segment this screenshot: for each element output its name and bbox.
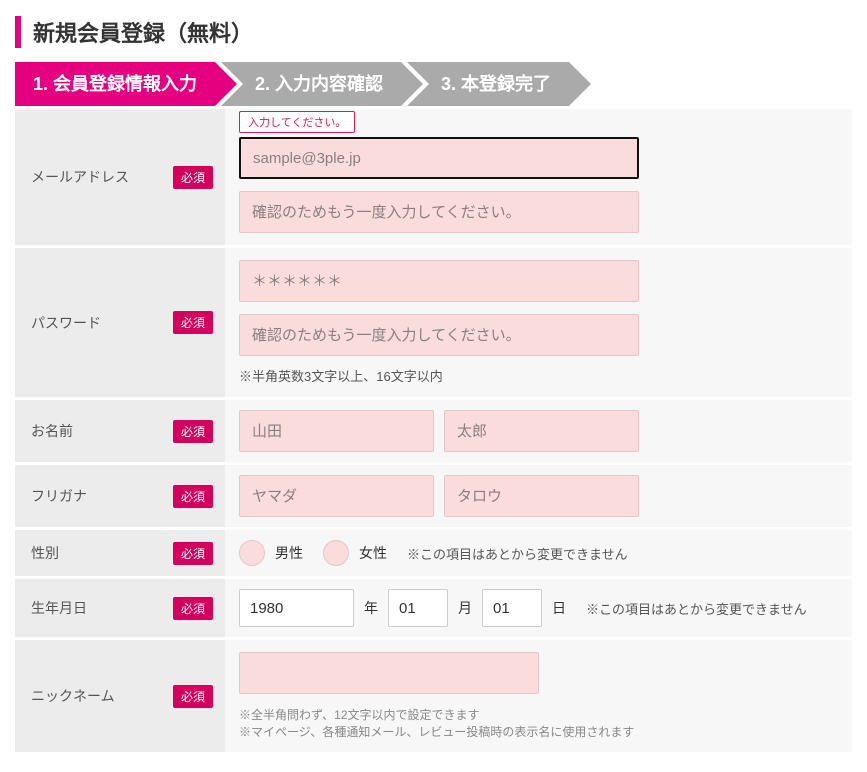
name-label: お名前 必須 [15, 399, 225, 462]
step-3: 3. 本登録完了 [407, 62, 569, 106]
label-text: メールアドレス [31, 167, 129, 187]
gender-female-radio[interactable] [323, 540, 349, 566]
required-badge: 必須 [173, 311, 213, 334]
label-text: 性別 [31, 543, 59, 563]
kana-label: フリガナ 必須 [15, 464, 225, 527]
label-text: フリガナ [31, 486, 87, 506]
birth-note: ※この項目はあとから変更できません [586, 599, 807, 618]
error-tip-email: 入力してください。 [239, 111, 355, 133]
birth-day-input[interactable] [482, 589, 542, 627]
required-badge: 必須 [173, 685, 213, 708]
lastname-input[interactable] [239, 410, 434, 452]
password-input[interactable] [239, 260, 639, 302]
progress-steps: 1. 会員登録情報入力 2. 入力内容確認 3. 本登録完了 [15, 62, 852, 106]
gender-note: ※この項目はあとから変更できません [407, 544, 628, 563]
page-title: 新規会員登録（無料） [15, 16, 852, 48]
step-2: 2. 入力内容確認 [221, 62, 401, 106]
label-text: ニックネーム [31, 686, 115, 706]
birth-year-input[interactable] [239, 589, 354, 627]
step-1: 1. 会員登録情報入力 [15, 62, 215, 106]
required-badge: 必須 [173, 597, 213, 620]
nickname-hint-1: ※全半角問わず、12文字以内で設定できます [239, 706, 838, 723]
firstname-input[interactable] [444, 410, 639, 452]
password-note: ※半角英数3文字以上、16文字以内 [239, 366, 443, 385]
required-badge: 必須 [173, 542, 213, 565]
gender-female-label: 女性 [359, 543, 387, 563]
password-confirm-input[interactable] [239, 314, 639, 356]
firstkana-input[interactable] [444, 475, 639, 517]
label-text: パスワード [31, 313, 101, 333]
required-badge: 必須 [173, 166, 213, 189]
label-text: お名前 [31, 421, 73, 441]
gender-male-label: 男性 [275, 543, 303, 563]
year-unit: 年 [364, 598, 378, 618]
gender-label: 性別 必須 [15, 529, 225, 576]
password-label: パスワード 必須 [15, 247, 225, 397]
nickname-label: ニックネーム 必須 [15, 639, 225, 752]
nickname-hint-2: ※マイページ、各種通知メール、レビュー投稿時の表示名に使用されます [239, 723, 838, 740]
label-text: 生年月日 [31, 598, 87, 618]
email-label: メールアドレス 必須 [15, 108, 225, 245]
birth-month-input[interactable] [388, 589, 448, 627]
birth-label: 生年月日 必須 [15, 578, 225, 637]
required-badge: 必須 [173, 420, 213, 443]
lastkana-input[interactable] [239, 475, 434, 517]
month-unit: 月 [458, 598, 472, 618]
required-badge: 必須 [173, 485, 213, 508]
nickname-input[interactable] [239, 652, 539, 694]
email-input[interactable] [239, 137, 639, 179]
gender-male-radio[interactable] [239, 540, 265, 566]
email-confirm-input[interactable] [239, 191, 639, 233]
day-unit: 日 [552, 598, 566, 618]
